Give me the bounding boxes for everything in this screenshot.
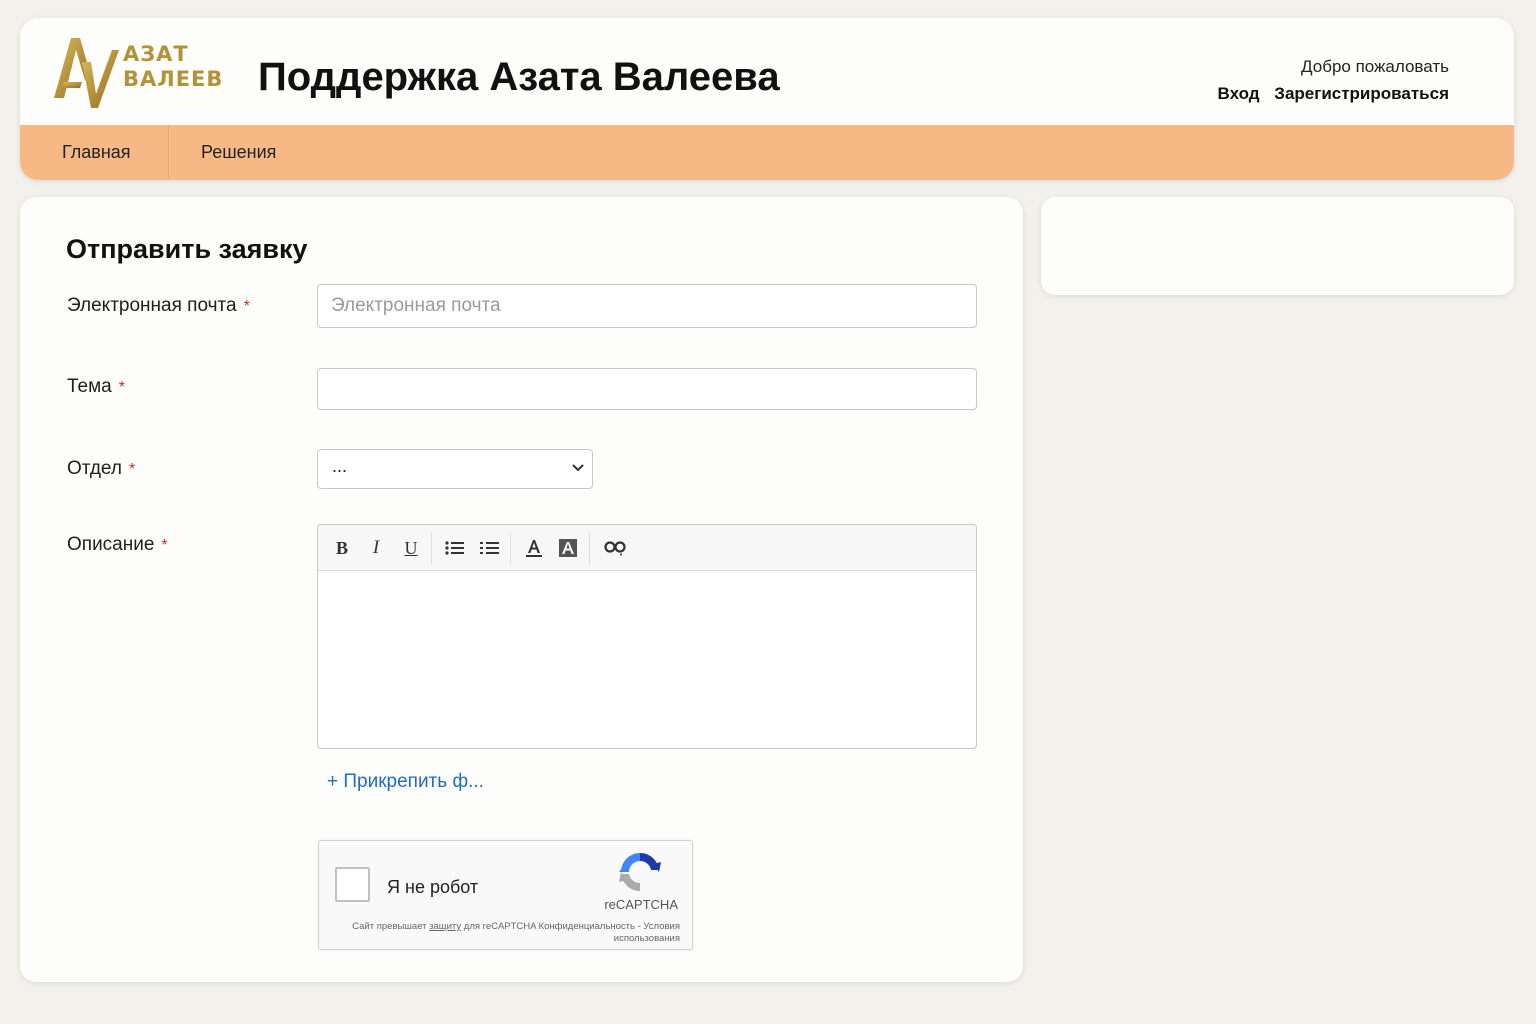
user-box: Добро пожаловать Вход Зарегистрироваться xyxy=(1218,56,1449,105)
welcome-text: Добро пожаловать xyxy=(1301,57,1449,76)
recaptcha-terms-text: Сайт превышает xyxy=(352,921,430,932)
email-label-text: Электронная почта xyxy=(67,295,237,316)
recaptcha-label: Я не робот xyxy=(387,877,479,897)
department-selected-value: ... xyxy=(332,456,348,476)
text-color-button[interactable] xyxy=(521,535,547,561)
chevron-down-icon xyxy=(572,464,584,472)
required-mark: * xyxy=(118,379,125,396)
recaptcha-widget: Я не робот reCAPTCHA Сайт превышает защи… xyxy=(318,840,693,950)
recaptcha-brand: reCAPTCHA xyxy=(604,897,678,912)
description-textarea[interactable] xyxy=(318,571,976,748)
insert-link-button[interactable] xyxy=(602,535,628,561)
nav-item-home[interactable]: Главная xyxy=(20,125,169,180)
description-label: Описание * xyxy=(67,534,168,556)
subject-field[interactable] xyxy=(317,368,977,410)
department-label: Отдел * xyxy=(67,458,135,480)
description-label-text: Описание xyxy=(67,534,155,555)
email-label: Электронная почта * xyxy=(67,295,250,317)
bullet-list-icon xyxy=(445,541,464,555)
required-mark: * xyxy=(161,537,168,554)
toolbar-divider xyxy=(510,533,511,565)
logo-text-line-1: АЗАТ xyxy=(123,42,189,66)
subject-label: Тема * xyxy=(67,376,125,398)
main-nav: Главная Решения xyxy=(20,125,1514,180)
toolbar-divider xyxy=(589,533,590,565)
underline-button[interactable]: U xyxy=(398,535,424,561)
background-color-button[interactable] xyxy=(555,535,581,561)
text-color-icon xyxy=(526,540,542,557)
site-title: Поддержка Азата Валеева xyxy=(258,55,780,99)
recaptcha-terms-text-end: для reCAPTCHA Конфиденциальность - Услов… xyxy=(461,921,680,944)
logo-text-line-2: ВАЛЕЕВ xyxy=(123,67,224,91)
recaptcha-logo xyxy=(619,852,661,892)
bold-button[interactable]: B xyxy=(329,535,355,561)
required-mark: * xyxy=(128,461,136,478)
site-logo[interactable]: АЗАТ ВАЛЕЕВ xyxy=(52,36,227,110)
description-editor: B I U xyxy=(317,524,977,749)
italic-button[interactable]: I xyxy=(363,535,389,561)
required-mark: * xyxy=(243,298,250,315)
auth-links: Вход Зарегистрироваться xyxy=(1218,83,1449,105)
editor-toolbar: B I U xyxy=(318,525,976,571)
numbered-list-icon xyxy=(480,542,499,554)
recaptcha-protection-link[interactable]: защиту xyxy=(429,921,461,932)
subject-label-text: Тема xyxy=(67,376,112,397)
nav-item-solutions[interactable]: Решения xyxy=(169,125,276,180)
ticket-form-panel: Отправить заявку Электронная почта * Тема… xyxy=(20,197,1023,982)
side-panel xyxy=(1041,197,1514,295)
background-color-icon xyxy=(559,539,577,557)
recaptcha-checkbox[interactable] xyxy=(335,867,370,902)
logo-text: АЗАТ ВАЛЕЕВ xyxy=(123,42,223,92)
department-select[interactable]: ... xyxy=(317,449,593,489)
department-label-text: Отдел xyxy=(67,458,122,479)
header-top: АЗАТ ВАЛЕЕВ Поддержка Азата Валеева Добр… xyxy=(20,18,1514,125)
attach-file-link[interactable]: + Прикрепить ф... xyxy=(327,771,484,793)
login-link[interactable]: Вход xyxy=(1218,84,1260,103)
link-icon xyxy=(604,541,626,556)
numbered-list-button[interactable] xyxy=(477,535,503,561)
form-heading: Отправить заявку xyxy=(66,234,308,264)
register-link[interactable]: Зарегистрироваться xyxy=(1274,84,1449,103)
site-header: АЗАТ ВАЛЕЕВ Поддержка Азата Валеева Добр… xyxy=(20,18,1514,180)
email-field[interactable] xyxy=(317,284,977,328)
toolbar-divider xyxy=(431,533,432,565)
recaptcha-terms: Сайт превышает защиту для reCAPTCHA Конф… xyxy=(329,921,680,945)
av-monogram-logo xyxy=(54,38,119,108)
bullet-list-button[interactable] xyxy=(442,535,468,561)
